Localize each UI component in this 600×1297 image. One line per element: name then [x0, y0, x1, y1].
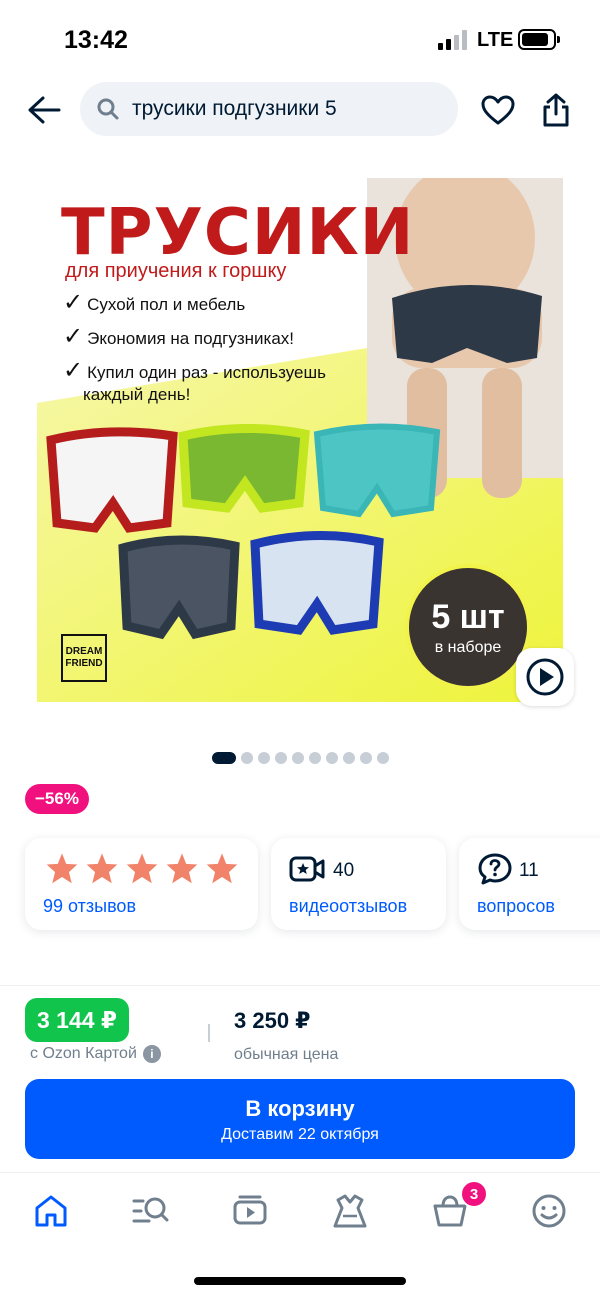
search-query: трусики подгузники 5 — [132, 97, 337, 120]
regular-price: 3 250 ₽ — [234, 1008, 311, 1033]
star-icon — [206, 853, 238, 884]
reviews-count-label: 99 отзывов — [43, 896, 137, 916]
status-bar: 13:42 LTE — [0, 0, 600, 80]
search-icon — [96, 96, 122, 122]
reviews-card[interactable]: 99 отзывов — [25, 838, 258, 930]
video-icon — [233, 1195, 267, 1225]
tab-home[interactable] — [31, 1191, 71, 1231]
signal-icon — [438, 30, 468, 50]
star-icon — [46, 853, 78, 884]
price-panel: 3 144 ₽ с Ozon Картой i 3 250 ₽ обычная … — [0, 985, 600, 1165]
home-icon — [35, 1195, 67, 1227]
cart-count-badge: 3 — [460, 1180, 488, 1208]
add-to-cart-button[interactable]: В корзину Доставим 22 октября — [25, 1079, 575, 1159]
star-icon — [166, 853, 198, 884]
ozon-card-price: 3 144 ₽ — [25, 998, 129, 1042]
carousel-indicator — [212, 752, 389, 764]
price-divider — [208, 1024, 210, 1042]
carousel-dot[interactable] — [309, 752, 321, 764]
set-count-badge: 5 шт в наборе — [405, 564, 531, 690]
image-bullet: ✓ Купил один раз - используешь — [63, 357, 327, 384]
info-icon[interactable]: i — [142, 1045, 161, 1063]
play-video-button[interactable] — [516, 648, 574, 706]
rating-stars — [45, 852, 239, 884]
heart-icon — [481, 95, 515, 125]
carousel-dot[interactable] — [258, 752, 270, 764]
tab-video[interactable] — [230, 1191, 270, 1231]
carousel-dot[interactable] — [360, 752, 372, 764]
carousel-dot[interactable] — [292, 752, 304, 764]
discount-badge: −56% — [25, 784, 89, 814]
tab-catalog[interactable] — [130, 1191, 170, 1231]
star-icon — [126, 853, 158, 884]
carousel-dot[interactable] — [326, 752, 338, 764]
home-indicator[interactable] — [194, 1277, 406, 1285]
ozon-card-note[interactable]: с Ozon Картой i — [30, 1045, 161, 1063]
set-count: 5 шт — [431, 598, 505, 636]
questions-card[interactable]: 11 вопросов — [459, 838, 600, 930]
carousel-dot[interactable] — [343, 752, 355, 764]
image-bullet: ✓ Сухой пол и мебель — [63, 289, 246, 316]
bottom-tab-bar — [0, 1172, 600, 1250]
add-to-cart-label: В корзину — [245, 1096, 355, 1121]
catalog-search-icon — [132, 1197, 169, 1223]
brand-logo: DREAM FRIEND — [61, 634, 107, 682]
battery-icon — [518, 29, 560, 50]
video-reviews-count: 40 — [333, 860, 355, 881]
questions-label: вопросов — [477, 896, 555, 916]
delivery-date: Доставим 22 октября — [221, 1126, 379, 1143]
regular-price-note: обычная цена — [234, 1046, 339, 1063]
network-label: LTE — [477, 29, 514, 51]
carousel-dot-active[interactable] — [212, 752, 236, 764]
back-button[interactable] — [22, 88, 66, 132]
image-bullet: каждый день! — [83, 385, 191, 404]
status-time: 13:42 — [64, 26, 128, 54]
favorite-button[interactable] — [476, 88, 520, 132]
questions-count: 11 — [519, 860, 539, 881]
product-image-subtitle: для приучения к горшку — [65, 260, 287, 282]
profile-icon — [532, 1194, 566, 1228]
star-icon — [86, 853, 118, 884]
carousel-dot[interactable] — [275, 752, 287, 764]
video-review-icon — [289, 856, 325, 882]
video-reviews-label: видеоотзывов — [289, 896, 408, 916]
image-bullet: ✓ Экономия на подгузниках! — [63, 323, 295, 350]
arrow-left-icon — [28, 96, 61, 124]
share-button[interactable] — [534, 88, 578, 132]
tab-profile[interactable] — [529, 1191, 569, 1231]
carousel-dot[interactable] — [377, 752, 389, 764]
video-reviews-card[interactable]: 40 видеоотзывов — [271, 838, 446, 930]
share-icon — [543, 93, 569, 127]
product-image[interactable]: ТРУСИКИ для приучения к горшку ✓ Сухой по… — [37, 178, 563, 702]
carousel-dot[interactable] — [241, 752, 253, 764]
question-icon — [478, 853, 512, 885]
product-image-title: ТРУСИКИ — [61, 196, 415, 270]
set-count-label: в наборе — [434, 639, 502, 656]
tab-fresh[interactable] — [330, 1191, 370, 1231]
search-input[interactable]: трусики подгузники 5 — [80, 82, 458, 136]
play-icon — [526, 658, 564, 696]
fresh-icon — [333, 1194, 367, 1228]
